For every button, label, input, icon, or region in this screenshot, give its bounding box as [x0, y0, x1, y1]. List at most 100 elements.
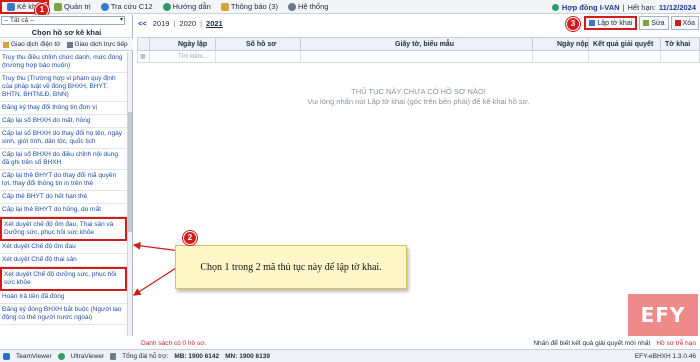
column-header[interactable]: Giấy tờ, biểu mẫu	[301, 38, 533, 50]
year-item[interactable]: 2020	[175, 19, 200, 28]
year-prev-button[interactable]: <<	[136, 19, 149, 28]
arrow-to-second-procedure	[132, 267, 177, 296]
gear-icon	[287, 2, 296, 11]
create-declaration-button[interactable]: Lập tờ khai	[584, 16, 638, 30]
instruction-callout-text: Chọn 1 trong 2 mã thủ tục này để lập tờ …	[200, 261, 382, 273]
menu-system[interactable]: Hệ thống	[283, 0, 333, 14]
procedure-item[interactable]: Đăng ký đóng BHXH bắt buộc (Người lao độ…	[0, 304, 127, 325]
procedure-item[interactable]: Xét duyệt Chế độ ốm đau	[0, 241, 127, 254]
app-version: EFY-eBHXH 1.3.0.46	[634, 352, 696, 360]
records-table-header: Ngày lập Số hồ sơ Giấy tờ, biểu mẫu Ngày…	[137, 37, 700, 51]
overdue-legend: Hồ sơ trễ hạn	[656, 339, 696, 347]
main-menubar: Kê khai Quản trị Tra cứu C12 Hướng dẫn T…	[0, 0, 700, 14]
search-cell[interactable]	[216, 51, 301, 62]
edit-button[interactable]: Sửa	[639, 16, 669, 30]
ultraviewer-link[interactable]: UltraViewer	[71, 353, 104, 360]
expiry-label: Hết hạn:	[627, 2, 656, 12]
document-icon	[589, 20, 596, 26]
efy-logo: EFY	[628, 294, 698, 336]
column-header[interactable]: Kết quả giải quyết	[589, 38, 661, 50]
column-header[interactable]: Số hồ sơ	[216, 38, 301, 50]
delete-label: Xóa	[682, 19, 695, 27]
record-toolbar: Lập tờ khai Sửa Xóa	[584, 16, 699, 30]
procedure-panel: -- Tất cả -- ▾ Chọn hồ sơ kê khai Giao d…	[0, 15, 133, 336]
bottom-taskbar: TeamViewer UltraViewer Tổng đài hỗ trợ: …	[0, 349, 700, 362]
menu-notifications-label: Thông báo (3)	[230, 2, 278, 11]
expiry-date: 11/12/2024	[658, 2, 696, 12]
procedure-item[interactable]: Cấp lại sổ BHXH do mất, hỏng	[0, 115, 127, 128]
teamviewer-link[interactable]: TeamViewer	[16, 353, 52, 360]
procedure-item-highlighted[interactable]: Xét duyệt chế độ ốm đau, Thai sản và Dưỡ…	[0, 217, 127, 241]
column-header[interactable]: Ngày lập	[150, 38, 216, 50]
record-count-status: Danh sách có 0 hồ sơ.	[141, 339, 207, 347]
contract-info: Hợp đồng I-VAN | Hết hạn: 11/12/2024	[551, 0, 696, 14]
procedure-list: Truy thu điều chỉnh chức danh, mức đóng …	[0, 52, 127, 352]
tab-direct[interactable]: Giao dịch trực tiếp	[64, 39, 131, 50]
menu-admin[interactable]: Quản trị	[49, 0, 96, 14]
delete-button[interactable]: Xóa	[670, 16, 699, 30]
procedure-filter-select[interactable]: -- Tất cả -- ▾	[1, 16, 125, 25]
procedure-item[interactable]: Cấp lại thẻ BHYT do thay đổi mã quyền lợ…	[0, 170, 127, 191]
menu-lookup-label: Tra cứu C12	[110, 2, 153, 11]
search-input[interactable]: Tìm kiếm...	[150, 51, 216, 62]
procedure-tabs: Giao dịch điện tử Giao dịch trực tiếp	[0, 39, 133, 51]
hotline-mb: MB: 1900 6142	[174, 352, 220, 360]
latest-result-link[interactable]: Nhấn để biết kết quả giải quyết mới nhất	[533, 340, 650, 347]
procedure-panel-title: Chọn hồ sơ kê khai	[0, 27, 133, 38]
column-header[interactable]: Ngày nộp	[533, 38, 589, 50]
menu-help-label: Hướng dẫn	[172, 2, 211, 11]
instruction-callout: Chọn 1 trong 2 mã thủ tục này để lập tờ …	[175, 245, 407, 289]
menu-lookup[interactable]: Tra cứu C12	[96, 0, 158, 14]
scrollbar-thumb[interactable]	[128, 112, 132, 232]
chevron-down-icon: ▾	[119, 17, 123, 23]
status-right: Nhấn để biết kết quả giải quyết mới nhất…	[533, 340, 700, 347]
search-cell[interactable]	[301, 51, 533, 62]
tab-direct-label: Giao dịch trực tiếp	[74, 41, 128, 48]
tab-electronic-label: Giao dịch điện tử	[11, 41, 61, 48]
search-cell[interactable]	[661, 51, 699, 62]
hotline-mn: MN: 1900 6139	[225, 352, 270, 360]
edit-icon	[643, 20, 650, 26]
delete-icon	[674, 20, 681, 26]
ultraviewer-icon	[57, 352, 65, 360]
declare-icon	[7, 2, 15, 11]
menu-help[interactable]: Hướng dẫn	[158, 0, 216, 14]
step-badge-3: 3	[566, 17, 580, 31]
hotline-label: Tổng đài hỗ trợ:	[122, 352, 169, 360]
column-header[interactable]: Tờ khai	[661, 38, 699, 50]
contract-icon	[551, 3, 559, 11]
menu-notifications[interactable]: Thông báo (3)	[216, 0, 283, 14]
procedure-item[interactable]: Cấp lại sổ BHXH do điều chỉnh nội dung đ…	[0, 149, 127, 170]
procedure-item[interactable]: Cấp lại thẻ BHYT do hỏng, do mất	[0, 204, 127, 217]
filter-value: -- Tất cả --	[4, 17, 35, 24]
bell-icon	[220, 2, 229, 11]
folder-icon	[66, 41, 73, 48]
filter-icon: ▦	[138, 51, 150, 62]
year-item-selected[interactable]: 2021	[202, 19, 227, 28]
status-line: Danh sách có 0 hồ sơ. Nhấn để biết kết q…	[137, 338, 700, 348]
year-item[interactable]: 2019	[149, 19, 174, 28]
admin-icon	[54, 2, 63, 11]
tab-electronic[interactable]: Giao dịch điện tử	[0, 39, 64, 50]
contract-separator: |	[622, 2, 625, 12]
procedure-item[interactable]: Truy thu điều chỉnh chức danh, mức đóng …	[0, 52, 127, 73]
search-cell[interactable]	[589, 51, 661, 62]
procedure-item[interactable]: Cấp thẻ BHYT do hết hạn thẻ	[0, 191, 127, 204]
menu-admin-label: Quản trị	[64, 2, 91, 11]
procedure-item[interactable]: Đăng ký thay đổi thông tin đơn vị	[0, 102, 127, 115]
procedure-item[interactable]: Hoàn trả tiền đã đóng	[0, 291, 127, 304]
contract-label[interactable]: Hợp đồng I-VAN	[562, 3, 620, 12]
menu-system-label: Hệ thống	[297, 2, 329, 11]
procedure-item[interactable]: Cấp lại sổ BHXH do thay đổi họ tên, ngày…	[0, 128, 127, 149]
procedure-item-highlighted[interactable]: Xét duyệt Chế độ dưỡng sức, phục hồi sức…	[0, 267, 127, 291]
folder-icon	[3, 41, 9, 48]
search-cell[interactable]	[533, 51, 589, 62]
create-declaration-label: Lập tờ khai	[597, 19, 633, 27]
procedure-item[interactable]: Xét duyệt Chế độ thai sản	[0, 254, 127, 267]
records-search-row: ▦ Tìm kiếm...	[137, 51, 700, 63]
lookup-icon	[100, 2, 109, 11]
procedure-item[interactable]: Truy thu (Trường hợp vi phạm quy định củ…	[0, 73, 127, 102]
procedure-list-scrollbar[interactable]	[127, 52, 132, 336]
help-icon	[162, 2, 171, 11]
edit-label: Sửa	[651, 19, 665, 27]
